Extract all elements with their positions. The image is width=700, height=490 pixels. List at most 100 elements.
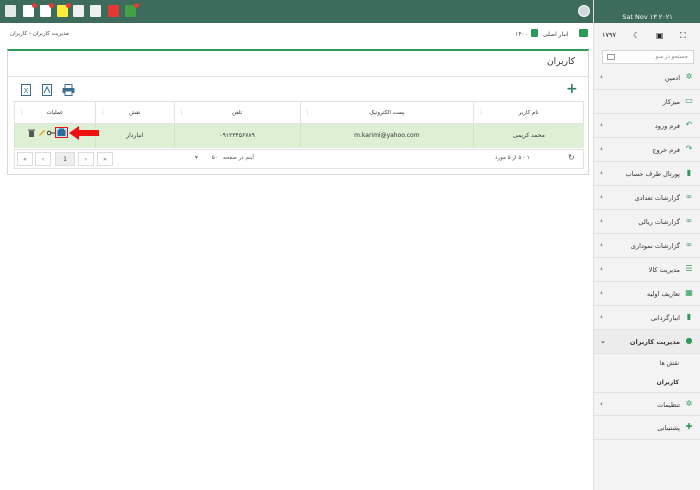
menu-search-input[interactable]: جستجو در منو xyxy=(602,50,694,64)
chevron-left-icon: ‹ xyxy=(600,169,603,177)
sidebar-item-settings[interactable]: ✲ تنظیمات ‹ xyxy=(594,392,700,416)
per-page-label: آیتم در صفحه xyxy=(222,155,254,161)
gears-icon: ✲ xyxy=(685,72,693,81)
sidebar-item-portal[interactable]: ▮ پورتال طرف حساب ‹ xyxy=(594,162,700,186)
warehouse-icon xyxy=(579,29,588,37)
chevron-left-icon: ‹ xyxy=(600,400,603,408)
calendar-icon xyxy=(531,29,538,37)
menu-search-placeholder: جستجو در منو xyxy=(655,54,688,60)
cell-name: محمد کریمی xyxy=(473,123,584,148)
support-icon: ✚ xyxy=(685,422,693,431)
keyboard-icon xyxy=(607,54,615,60)
divider xyxy=(8,76,588,77)
sidebar-item-desk[interactable]: ▭ میزکار xyxy=(594,90,700,114)
sidebar-item-count-reports[interactable]: ∞ گزارشات تعدادی ‹ xyxy=(594,186,700,210)
cell-email: m.karimi@yahoo.com xyxy=(299,123,474,148)
sidebar-item-exit-form[interactable]: ↷ فرم خروج ‹ xyxy=(594,138,700,162)
users-table: نام کاربر ⋮ پست الکترونیک ⋮ تلفن ⋮ نقش ⋮ عمل… xyxy=(14,101,584,148)
avatar[interactable] xyxy=(578,5,590,17)
warehouse-name[interactable]: انبار اصلی xyxy=(543,31,569,38)
breadcrumb: مدیریت کاربران ‹ کاربران xyxy=(10,31,69,37)
chevron-down-icon: ▾ xyxy=(195,155,198,161)
sidebar-menu: ✲ ادمین ‹ ▭ میزکار ↶ فرم ورود ‹ ↷ فرم خروج ‹ ▮ پ… xyxy=(594,66,700,440)
sidebar-item-chart-reports[interactable]: ∞ گزارشات نموداری ‹ xyxy=(594,234,700,258)
page-number[interactable]: 1 xyxy=(55,152,75,166)
refresh-icon[interactable]: ↻ xyxy=(568,153,575,162)
arrow-in-icon: ↶ xyxy=(685,120,693,129)
sidebar-item-entry-form[interactable]: ↶ فرم ورود ‹ xyxy=(594,114,700,138)
table-icon: ▦ xyxy=(685,288,693,297)
items-count: ۱ - ۵ از ۵ مورد xyxy=(495,155,530,161)
cell-phone: ۰۹۱۲۳۴۵۶۷۸۹ xyxy=(173,123,300,148)
inbox-icon[interactable] xyxy=(5,5,16,17)
arrow-out-icon: ↷ xyxy=(685,144,693,153)
sidebar-subitem-roles[interactable]: نقش ها xyxy=(594,354,700,373)
user-icon: ● xyxy=(685,336,693,345)
print-icon[interactable] xyxy=(62,84,75,96)
sidebar-item-inventory[interactable]: ▮ انبارگردانی ‹ xyxy=(594,306,700,330)
lock-icon[interactable]: ▣ xyxy=(656,31,664,40)
file-icon: ▮ xyxy=(686,168,692,177)
last-page-button[interactable]: » xyxy=(97,152,113,166)
col-header-email[interactable]: پست الکترونیک ⋮ xyxy=(299,101,475,124)
monitor-icon: ▭ xyxy=(685,96,693,105)
table-row[interactable]: محمد کریمی m.karimi@yahoo.com ۰۹۱۲۳۴۵۶۷۸… xyxy=(14,123,584,148)
table-header-row: نام کاربر ⋮ پست الکترونیک ⋮ تلفن ⋮ نقش ⋮ عمل… xyxy=(14,101,584,124)
per-page-value: ۵۰ xyxy=(211,155,218,161)
col-header-phone[interactable]: تلفن ⋮ xyxy=(173,101,301,124)
chevron-left-icon: ‹ xyxy=(600,145,603,153)
sidebar-tools: ۱۷۹۷ ☾ ▣ ⛶ xyxy=(594,28,700,46)
sidebar-item-definitions[interactable]: ▦ تعاریف اولیه ‹ xyxy=(594,282,700,306)
prev-page-button[interactable]: ‹ xyxy=(35,152,51,166)
column-menu-icon[interactable]: ⋮ xyxy=(19,109,25,116)
users-card: کاربران X + نام کاربر ⋮ پست الکترونیک ⋮ تل… xyxy=(7,49,589,175)
column-menu-icon[interactable]: ⋮ xyxy=(100,109,106,116)
fullscreen-icon[interactable]: ⛶ xyxy=(680,31,686,41)
per-page-select[interactable]: آیتم در صفحه ۵۰ ▾ xyxy=(195,155,254,161)
sidebar-item-user-management[interactable]: ● مدیریت کاربران ⌄ xyxy=(594,330,700,354)
col-header-actions[interactable]: عملیات ⋮ xyxy=(14,101,96,124)
link-icon: ∞ xyxy=(685,240,693,249)
sidebar-item-admin[interactable]: ✲ ادمین ‹ xyxy=(594,66,700,90)
list-check-icon[interactable] xyxy=(73,5,84,17)
permissions-icon[interactable] xyxy=(55,127,68,138)
chevron-left-icon: ‹ xyxy=(600,73,603,81)
cell-role: انباردار xyxy=(94,123,175,148)
moon-icon[interactable]: ☾ xyxy=(633,31,640,40)
next-page-button[interactable]: › xyxy=(78,152,94,166)
column-menu-icon[interactable]: ⋮ xyxy=(305,109,311,116)
list-icon[interactable] xyxy=(90,5,101,17)
svg-text:X: X xyxy=(24,87,29,95)
pagination-bar: « ‹ 1 › » آیتم در صفحه ۵۰ ▾ ۱ - ۵ از ۵ م… xyxy=(14,149,584,169)
fiscal-year[interactable]: ۱۴۰۰ xyxy=(515,31,528,38)
first-page-button[interactable]: « xyxy=(17,152,33,166)
chevron-left-icon: ‹ xyxy=(600,217,603,225)
note-red-icon[interactable] xyxy=(108,5,119,17)
edit-icon[interactable] xyxy=(38,129,46,137)
top-toolbar xyxy=(0,0,593,23)
sidebar-item-support[interactable]: ✚ پشتیبانی xyxy=(594,416,700,440)
chevron-left-icon: ‹ xyxy=(600,265,603,273)
column-menu-icon[interactable]: ⋮ xyxy=(179,109,185,116)
sidebar: Sat Nov ۱۳ ۲۰۲۱ ۱۷۹۷ ☾ ▣ ⛶ جستجو در منو … xyxy=(593,0,700,490)
column-menu-icon[interactable]: ⋮ xyxy=(478,109,484,116)
sidebar-header: Sat Nov ۱۳ ۲۰۲۱ xyxy=(594,0,700,23)
sidebar-subitem-users[interactable]: کاربران xyxy=(594,373,700,392)
add-user-button[interactable]: + xyxy=(566,82,578,96)
doc-alert-icon[interactable] xyxy=(23,3,37,17)
sidebar-item-rial-reports[interactable]: ∞ گزارشات ریالی ‹ xyxy=(594,210,700,234)
note-green-icon[interactable] xyxy=(125,3,139,17)
docs-icon[interactable] xyxy=(57,3,71,17)
tag-icon[interactable] xyxy=(40,3,54,17)
delete-icon[interactable] xyxy=(28,129,35,137)
sidebar-year: ۱۷۹۷ xyxy=(602,31,616,39)
col-header-name[interactable]: نام کاربر ⋮ xyxy=(473,101,584,124)
page-title: کاربران xyxy=(547,57,575,67)
key-icon[interactable] xyxy=(47,130,55,136)
chevron-left-icon: ‹ xyxy=(600,193,603,201)
excel-icon[interactable]: X xyxy=(21,84,31,96)
sidebar-item-goods[interactable]: ☰ مدیریت کالا ‹ xyxy=(594,258,700,282)
pdf-icon[interactable] xyxy=(42,84,52,96)
link-icon: ∞ xyxy=(685,192,693,201)
col-header-role[interactable]: نقش ⋮ xyxy=(94,101,175,124)
